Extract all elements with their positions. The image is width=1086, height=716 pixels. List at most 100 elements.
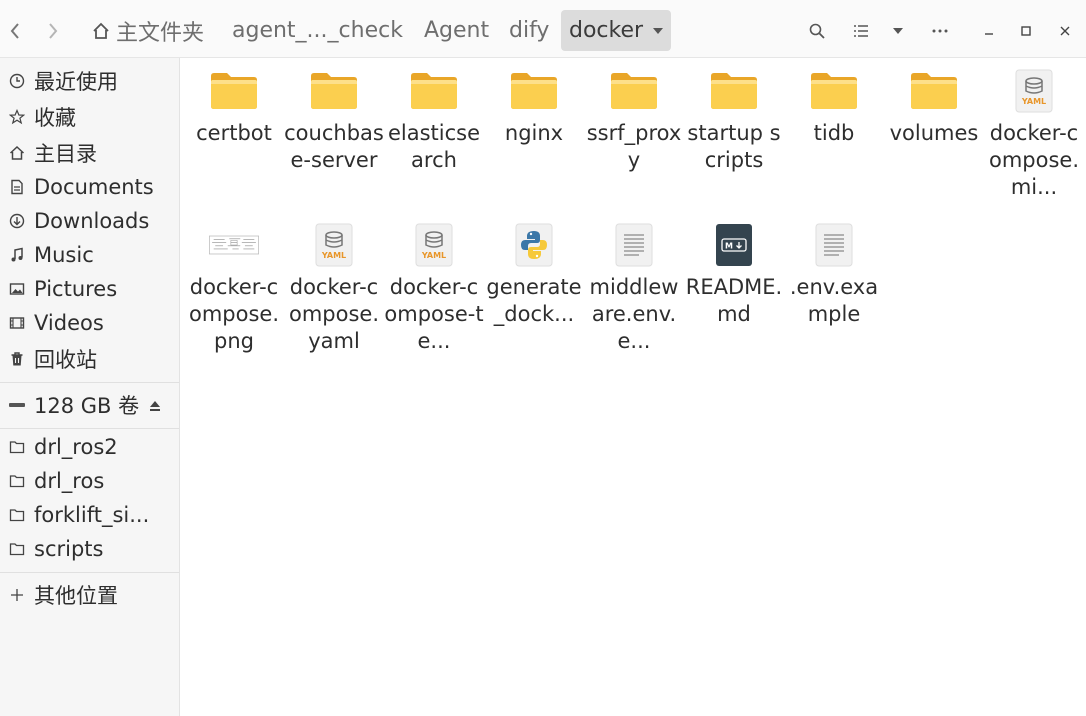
trash-icon: [0, 351, 34, 367]
eject-icon[interactable]: [148, 394, 162, 418]
sidebar-item-other-locations[interactable]: 其他位置: [0, 578, 179, 612]
sidebar-item-recent[interactable]: 最近使用: [0, 64, 179, 98]
sidebar-item-label: 128 GB 卷: [34, 394, 140, 418]
view-toggle-button[interactable]: [848, 12, 874, 50]
file-name: tidb: [813, 121, 855, 145]
home-icon: [0, 145, 34, 161]
breadcrumb-item[interactable]: dify: [501, 10, 557, 51]
svg-text:YAML: YAML: [321, 251, 346, 260]
breadcrumb-label: dify: [509, 18, 550, 43]
sidebar-item-music[interactable]: Music: [0, 238, 179, 272]
sidebar-item-volume[interactable]: 128 GB 卷: [0, 388, 179, 422]
close-icon: [1060, 26, 1070, 36]
file-name: docker-compose.png: [188, 275, 280, 353]
sidebar-divider: [0, 382, 179, 383]
chevron-right-icon: [49, 23, 58, 39]
search-button[interactable]: [803, 12, 831, 50]
folder-item[interactable]: couchbase-server: [284, 68, 384, 174]
sidebar-divider: [0, 428, 179, 429]
header-bar: 主文件夹 agent_..._check Agent dify docker: [0, 0, 1086, 58]
sidebar: 最近使用 收藏 主目录 Documents Downloads Music Pi…: [0, 58, 180, 716]
sidebar-item-pictures[interactable]: Pictures: [0, 272, 179, 306]
folder-icon: [909, 68, 959, 114]
sidebar-item-label: forklift_si...: [34, 503, 150, 527]
maximize-button[interactable]: [1013, 12, 1039, 50]
file-item[interactable]: YAML docker-compose.mi...: [984, 68, 1084, 201]
file-item[interactable]: generate_dock...: [484, 222, 584, 328]
file-name: .env.example: [789, 275, 879, 326]
breadcrumb-home[interactable]: 主文件夹: [84, 10, 212, 51]
drive-icon: [0, 401, 34, 409]
sidebar-item-downloads[interactable]: Downloads: [0, 204, 179, 238]
file-item[interactable]: .env.example: [784, 222, 884, 328]
sort-options-button[interactable]: [886, 12, 910, 50]
breadcrumb-current[interactable]: docker: [561, 10, 671, 51]
sidebar-item-label: Pictures: [34, 277, 118, 301]
file-grid: certbot couchbase-server elasticsearch ngin…: [181, 58, 1086, 716]
folder-icon: [0, 542, 34, 556]
breadcrumb-item[interactable]: Agent: [416, 10, 497, 51]
breadcrumb-label: agent_..._check: [232, 18, 403, 43]
file-name: docker-compose-te...: [384, 275, 484, 353]
caret-down-icon: [653, 27, 664, 34]
sidebar-item-label: 其他位置: [34, 584, 118, 608]
picture-icon: [0, 281, 34, 297]
minimize-icon: [985, 33, 993, 35]
sidebar-item-label: 最近使用: [34, 70, 118, 94]
close-button[interactable]: [1052, 12, 1078, 50]
folder-icon: [409, 68, 459, 114]
folder-icon: [209, 68, 259, 114]
more-icon: [932, 29, 948, 33]
file-name: ssrf_proxy: [586, 121, 682, 172]
file-item[interactable]: M README.md: [684, 222, 784, 328]
minimize-button[interactable]: [976, 12, 1002, 50]
plus-icon: [0, 588, 34, 602]
breadcrumb-item[interactable]: agent_..._check: [224, 10, 411, 51]
folder-icon: [0, 508, 34, 522]
sidebar-bookmark[interactable]: drl_ros: [0, 464, 179, 498]
sidebar-item-home[interactable]: 主目录: [0, 136, 179, 170]
maximize-icon: [1021, 26, 1031, 36]
sidebar-item-label: Downloads: [34, 209, 150, 233]
document-icon: [0, 179, 34, 195]
folder-item[interactable]: volumes: [884, 68, 984, 147]
back-button[interactable]: [2, 12, 28, 50]
file-name: couchbase-server: [284, 121, 384, 172]
sidebar-item-label: Documents: [34, 175, 154, 199]
star-icon: [0, 109, 34, 125]
forward-button[interactable]: [40, 12, 66, 50]
folder-item[interactable]: elasticsearch: [384, 68, 484, 174]
folder-item[interactable]: nginx: [484, 68, 584, 147]
file-name: volumes: [889, 121, 979, 145]
sidebar-item-starred[interactable]: 收藏: [0, 100, 179, 134]
file-item[interactable]: YAML docker-compose-te...: [384, 222, 484, 355]
sidebar-item-documents[interactable]: Documents: [0, 170, 179, 204]
breadcrumb-label: docker: [569, 18, 644, 43]
file-item[interactable]: middleware.env.e...: [584, 222, 684, 355]
sidebar-bookmark[interactable]: scripts: [0, 532, 179, 566]
folder-item[interactable]: tidb: [784, 68, 884, 147]
yaml-file-icon: YAML: [1009, 68, 1059, 114]
file-item[interactable]: YAML docker-compose.yaml: [284, 222, 384, 355]
sidebar-bookmark[interactable]: forklift_si...: [0, 498, 179, 532]
image-thumbnail-icon: [209, 222, 259, 268]
sidebar-item-trash[interactable]: 回收站: [0, 342, 179, 376]
folder-item[interactable]: startup scripts: [684, 68, 784, 174]
file-name: startup scripts: [687, 121, 781, 172]
folder-item[interactable]: certbot: [184, 68, 284, 147]
video-icon: [0, 315, 34, 331]
sidebar-divider: [0, 572, 179, 573]
file-item[interactable]: docker-compose.png: [184, 222, 284, 355]
sidebar-bookmark[interactable]: drl_ros2: [0, 430, 179, 464]
file-name: README.md: [685, 275, 783, 326]
svg-text:M: M: [725, 242, 733, 251]
sidebar-item-label: Music: [34, 243, 94, 267]
folder-icon: [809, 68, 859, 114]
menu-button[interactable]: [926, 12, 954, 50]
file-name: elasticsearch: [387, 121, 481, 172]
text-file-icon: [609, 222, 659, 268]
sidebar-item-videos[interactable]: Videos: [0, 306, 179, 340]
folder-item[interactable]: ssrf_proxy: [584, 68, 684, 174]
home-icon: [92, 22, 110, 40]
markdown-file-icon: M: [709, 222, 759, 268]
